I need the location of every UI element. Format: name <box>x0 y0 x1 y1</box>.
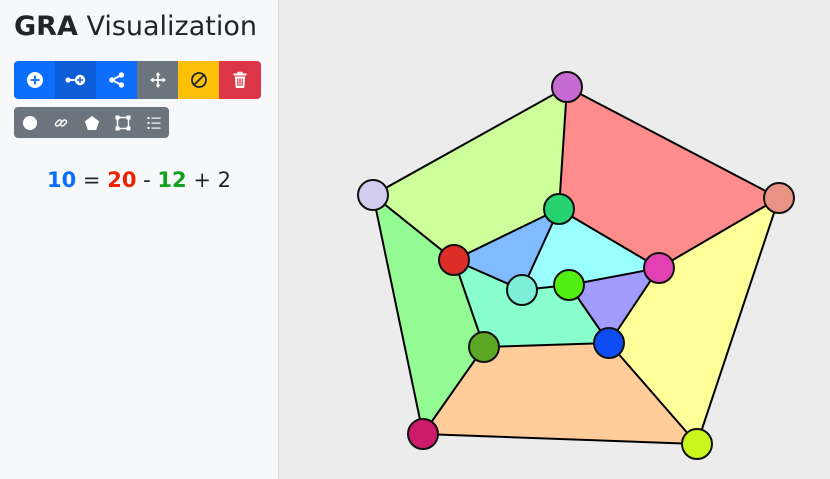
connect-icon <box>64 74 85 86</box>
move-arrows-icon <box>149 72 166 88</box>
graph-vertex[interactable] <box>681 428 713 460</box>
graph-vertex[interactable] <box>438 244 470 276</box>
graph-vertex[interactable] <box>543 193 575 225</box>
share-icon <box>108 72 124 88</box>
main-toolbar <box>14 61 261 99</box>
graph-vertex[interactable] <box>506 274 538 306</box>
link-tool-button[interactable] <box>45 107 76 138</box>
plus-circle-icon <box>26 72 43 88</box>
link-icon <box>54 118 67 127</box>
ban-icon <box>190 72 207 88</box>
add-vertex-button[interactable] <box>14 61 55 99</box>
equals-sign: = <box>82 168 101 192</box>
vertices-count: 12 <box>157 168 187 192</box>
move-button[interactable] <box>137 61 178 99</box>
list-icon <box>147 116 160 129</box>
square-nodes-icon <box>115 115 130 130</box>
graph-vertex[interactable] <box>553 269 585 301</box>
share-button[interactable] <box>96 61 137 99</box>
minus-sign: - <box>143 168 151 192</box>
sidebar: GRA Visualization 10 = 20 - 12 + 2 <box>0 0 279 479</box>
graph-vertex[interactable] <box>763 182 795 214</box>
euler-formula: 10 = 20 - 12 + 2 <box>0 168 278 192</box>
app-title-bold: GRA <box>14 11 78 42</box>
plus-sign: + <box>193 168 211 192</box>
pentagon-tool-button[interactable] <box>76 107 107 138</box>
graph-vertex[interactable] <box>357 179 389 211</box>
faces-count: 10 <box>47 168 77 192</box>
pentagon-icon <box>84 115 99 130</box>
trash-icon <box>233 71 247 88</box>
formula-constant: 2 <box>217 168 231 192</box>
graph-vertex[interactable] <box>468 331 500 363</box>
delete-button[interactable] <box>219 61 261 99</box>
square-tool-button[interactable] <box>107 107 138 138</box>
shapes-toolbar <box>14 107 169 138</box>
graph-vertex[interactable] <box>407 418 439 450</box>
circle-icon <box>22 115 37 130</box>
circle-tool-button[interactable] <box>14 107 45 138</box>
faces-layer <box>373 87 779 444</box>
list-tool-button[interactable] <box>138 107 169 138</box>
clear-button[interactable] <box>178 61 219 99</box>
graph-vertex[interactable] <box>593 327 625 359</box>
graph-canvas[interactable] <box>279 0 830 479</box>
app-title: GRA Visualization <box>14 11 257 42</box>
graph-vertex[interactable] <box>643 252 675 284</box>
edges-count: 20 <box>107 168 137 192</box>
add-edge-button[interactable] <box>55 61 96 99</box>
app-title-rest: Visualization <box>86 11 257 42</box>
graph-vertex[interactable] <box>551 71 583 103</box>
